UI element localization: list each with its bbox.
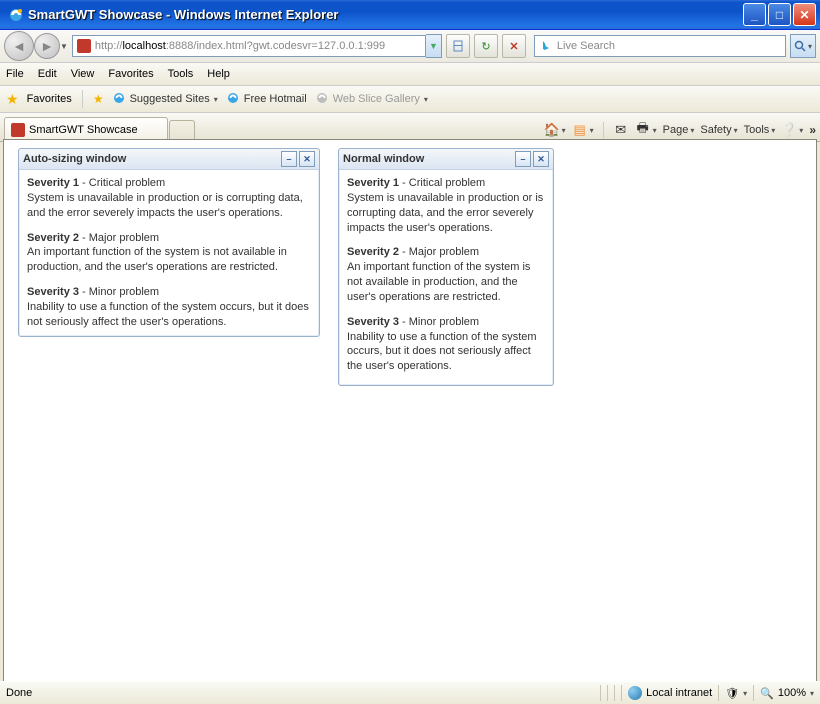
back-button[interactable]: ◄: [4, 31, 34, 61]
close-window-button[interactable]: ✕: [533, 151, 549, 167]
window-header[interactable]: Normal window – ✕: [339, 149, 553, 170]
help-icon: ❔: [781, 122, 797, 138]
back-forward-group: ◄ ► ▼: [4, 31, 68, 61]
zoom-icon: 🔍: [760, 687, 774, 700]
address-rest: :8888/index.html?gwt.codesvr=127.0.0.1:9…: [166, 40, 385, 52]
window-body[interactable]: Severity 1 - Critical problem System is …: [339, 170, 553, 376]
ie-small-icon: [226, 91, 240, 108]
navigation-toolbar: ◄ ► ▼ http://localhost:8888/index.html?g…: [0, 30, 820, 63]
address-favicon: [77, 39, 91, 53]
window-title: SmartGWT Showcase - Windows Internet Exp…: [28, 7, 743, 22]
status-bar: Done Local intranet 🛡▾ 🔍100% ▾: [0, 681, 820, 704]
address-bar-wrap: http://localhost:8888/index.html?gwt.cod…: [72, 34, 442, 58]
home-icon: 🏠: [544, 122, 560, 138]
address-dropdown[interactable]: ▼: [426, 34, 442, 58]
severity-entry: Severity 2 - Major problem An important …: [347, 245, 545, 304]
page-content: Auto-sizing window – ✕ Severity 1 - Crit…: [3, 139, 817, 682]
favorites-button[interactable]: Favorites: [27, 93, 72, 105]
favorites-star-icon: ★: [6, 91, 19, 108]
tab-label: SmartGWT Showcase: [29, 124, 138, 136]
protected-mode[interactable]: 🛡▾: [725, 687, 747, 700]
severity-entry: Severity 2 - Major problem An important …: [27, 231, 311, 276]
minimize-window-button[interactable]: –: [281, 151, 297, 167]
shield-icon: 🛡: [725, 687, 739, 700]
tab-row: SmartGWT Showcase 🏠▾ ▤▾ ✉ 🖶▾ Page ▾ Safe…: [0, 113, 820, 142]
normal-window: Normal window – ✕ Severity 1 - Critical …: [338, 148, 554, 386]
refresh-button[interactable]: ↻: [474, 34, 498, 58]
window-title-label: Auto-sizing window: [23, 153, 279, 165]
address-bar[interactable]: http://localhost:8888/index.html?gwt.cod…: [72, 35, 426, 57]
window-title-label: Normal window: [343, 153, 513, 165]
severity-entry: Severity 3 - Minor problem Inability to …: [347, 315, 545, 374]
menu-bar: File Edit View Favorites Tools Help: [0, 63, 820, 86]
window-system-buttons: _ □ ✕: [743, 3, 816, 26]
separator: [82, 90, 83, 108]
ie-icon: [8, 7, 24, 23]
tools-menu[interactable]: Tools ▾: [744, 124, 776, 136]
canvas: Auto-sizing window – ✕ Severity 1 - Crit…: [4, 140, 816, 681]
print-button[interactable]: 🖶▾: [635, 122, 657, 138]
rss-icon: ▤: [572, 122, 588, 138]
stop-button[interactable]: ✕: [502, 34, 526, 58]
search-placeholder: Live Search: [557, 40, 615, 52]
address-host: localhost: [122, 40, 165, 52]
menu-favorites[interactable]: Favorites: [108, 68, 153, 80]
search-go-button[interactable]: ▾: [790, 34, 816, 58]
window-body: Severity 1 - Critical problem System is …: [19, 170, 319, 336]
window-header[interactable]: Auto-sizing window – ✕: [19, 149, 319, 170]
window-titlebar: SmartGWT Showcase - Windows Internet Exp…: [0, 0, 820, 30]
severity-entry: Severity 1 - Critical problem System is …: [27, 176, 311, 221]
print-icon: 🖶: [635, 122, 651, 138]
home-button[interactable]: 🏠▾: [544, 122, 566, 138]
favorites-bar: ★ Favorites ★ Suggested Sites ▾ Free Hot…: [0, 86, 820, 113]
ie-small-icon: [315, 91, 329, 108]
web-slice-gallery-link[interactable]: Web Slice Gallery ▾: [315, 91, 428, 108]
maximize-button[interactable]: □: [768, 3, 791, 26]
menu-help[interactable]: Help: [207, 68, 230, 80]
add-favorite-icon[interactable]: ★: [93, 92, 104, 106]
free-hotmail-link[interactable]: Free Hotmail: [226, 91, 307, 108]
help-button[interactable]: ❔▾: [781, 122, 803, 138]
severity-entry: Severity 3 - Minor problem Inability to …: [27, 285, 311, 330]
suggested-sites-link[interactable]: Suggested Sites ▾: [112, 91, 218, 108]
overflow-chevron[interactable]: »: [809, 123, 816, 137]
status-text: Done: [6, 687, 32, 699]
menu-view[interactable]: View: [71, 68, 95, 80]
security-zone[interactable]: Local intranet: [628, 686, 712, 700]
minimize-button[interactable]: _: [743, 3, 766, 26]
menu-file[interactable]: File: [6, 68, 24, 80]
globe-icon: [628, 686, 642, 700]
new-tab-button[interactable]: [169, 120, 195, 141]
history-dropdown[interactable]: ▼: [60, 42, 68, 51]
compat-view-button[interactable]: [446, 34, 470, 58]
safety-menu[interactable]: Safety ▾: [700, 124, 737, 136]
forward-button[interactable]: ►: [34, 33, 60, 59]
minimize-window-button[interactable]: –: [515, 151, 531, 167]
browser-tab[interactable]: SmartGWT Showcase: [4, 117, 168, 141]
close-window-button[interactable]: ✕: [299, 151, 315, 167]
close-button[interactable]: ✕: [793, 3, 816, 26]
page-menu[interactable]: Page ▾: [663, 124, 695, 136]
search-bar[interactable]: Live Search: [534, 35, 786, 57]
feeds-button[interactable]: ▤▾: [572, 122, 594, 138]
menu-tools[interactable]: Tools: [168, 68, 194, 80]
tab-favicon: [11, 123, 25, 137]
auto-sizing-window: Auto-sizing window – ✕ Severity 1 - Crit…: [18, 148, 320, 337]
menu-edit[interactable]: Edit: [38, 68, 57, 80]
severity-entry: Severity 1 - Critical problem System is …: [347, 176, 545, 235]
bing-icon: [539, 39, 553, 53]
mail-icon: ✉: [613, 122, 629, 138]
ie-small-icon: [112, 91, 126, 108]
read-mail-button[interactable]: ✉: [613, 122, 629, 138]
zoom-control[interactable]: 🔍100% ▾: [760, 687, 814, 700]
